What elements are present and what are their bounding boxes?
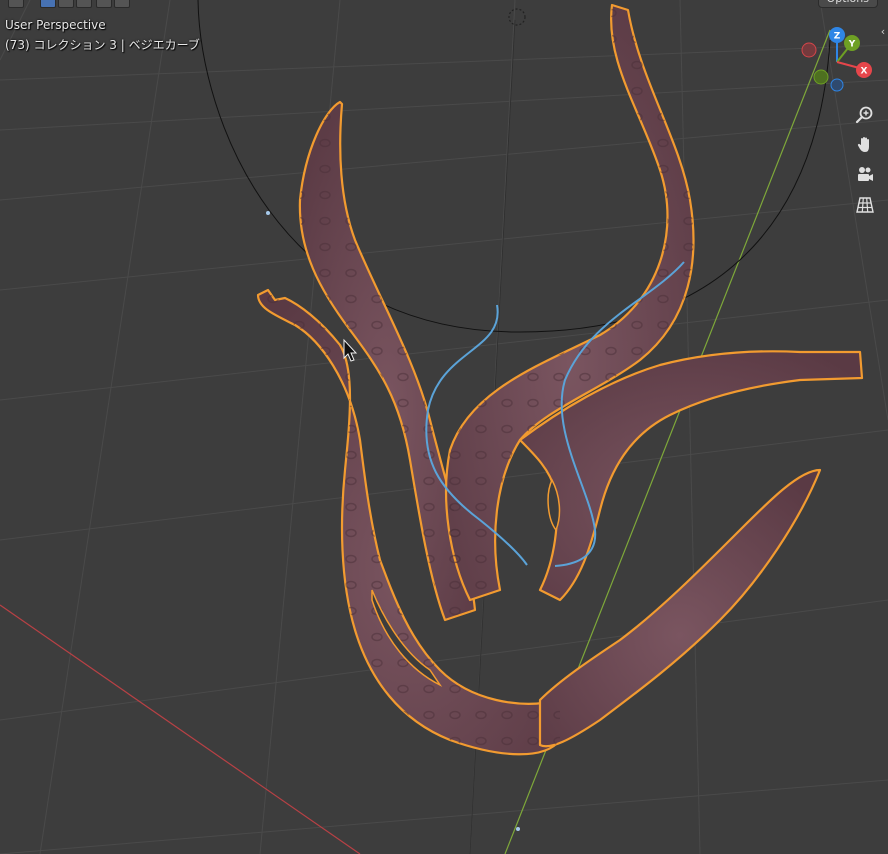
light-icon [508, 8, 526, 26]
camera-icon [858, 167, 873, 181]
gizmo-x-label: X [861, 67, 868, 77]
gizmo-neg-x[interactable] [801, 42, 817, 58]
zoom-button[interactable] [851, 101, 879, 129]
view-object-info: (73) コレクション 3 | ベジエカーブ [5, 38, 200, 52]
vertex-point [266, 211, 270, 215]
select-box-icon[interactable] [40, 0, 56, 8]
camera-view-button[interactable] [851, 161, 879, 189]
gizmo-z-label: Z [834, 32, 841, 42]
x-axis-line [0, 604, 361, 854]
view-name-label: User Perspective [5, 18, 106, 32]
origin-point [516, 827, 520, 831]
select-mode-icon[interactable] [8, 0, 24, 8]
scene-canvas[interactable] [0, 0, 888, 854]
light-radius-circle [197, 0, 831, 333]
gizmo-neg-z[interactable] [830, 78, 844, 92]
gizmo-y-label: Y [848, 40, 856, 50]
grid-perspective-icon [856, 197, 874, 213]
select-subtract-icon[interactable] [76, 0, 92, 8]
select-extend-icon[interactable] [58, 0, 74, 8]
select-invert-icon[interactable] [96, 0, 112, 8]
hand-icon [857, 137, 869, 152]
select-intersect-icon[interactable] [114, 0, 130, 8]
gizmo-neg-y[interactable] [813, 69, 829, 85]
3d-viewport[interactable]: Options ‹ User Perspective (73) コレクション 3… [0, 0, 888, 854]
navigation-gizmo[interactable]: Z Y X [800, 22, 880, 102]
magnifier-plus-icon [855, 106, 873, 124]
projection-toggle-button[interactable] [851, 191, 879, 219]
options-button[interactable]: Options [817, 0, 878, 8]
pan-button[interactable] [851, 131, 879, 159]
